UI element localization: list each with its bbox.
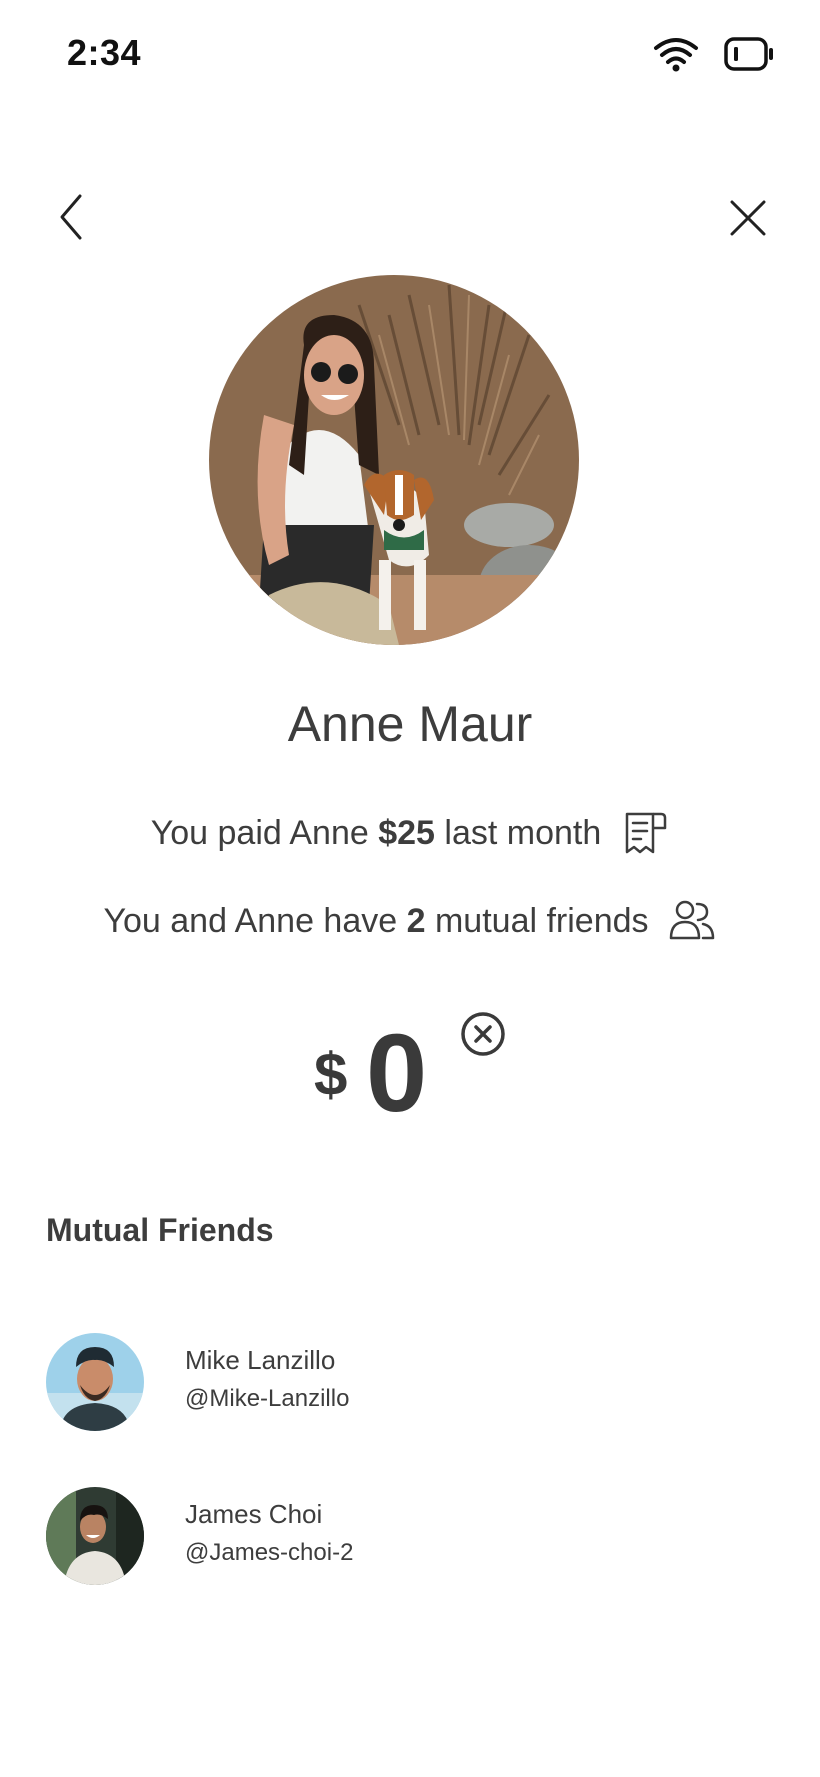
profile-photo <box>209 275 579 645</box>
mutual-suffix: mutual friends <box>425 901 649 940</box>
avatar <box>46 1487 144 1585</box>
amount-display[interactable]: $ 0 <box>0 1010 820 1140</box>
status-time: 2:34 <box>67 32 142 73</box>
mutual-friends-row[interactable]: You and Anne have 2 mutual friends <box>0 896 820 946</box>
friend-name: James Choi <box>185 1499 323 1529</box>
friend-name: Mike Lanzillo <box>185 1345 336 1375</box>
friend-item[interactable]: Mike Lanzillo @Mike-Lanzillo <box>46 1333 786 1433</box>
amount-value: 0 <box>366 1012 428 1135</box>
profile-name: Anne Maur <box>287 696 533 752</box>
paid-amount: $25 <box>378 813 435 852</box>
payment-history-row[interactable]: You paid Anne $25 last month <box>0 808 820 858</box>
back-button[interactable] <box>52 192 92 242</box>
status-bar: 2:34 <box>0 0 820 110</box>
clear-circle-icon[interactable] <box>459 1010 507 1058</box>
friend-handle: @James-choi-2 <box>185 1539 354 1566</box>
paid-suffix: last month <box>434 813 602 852</box>
receipt-icon <box>626 812 667 854</box>
wifi-icon <box>654 38 698 72</box>
friend-item[interactable]: James Choi @James-choi-2 <box>46 1487 786 1587</box>
amount-currency: $ <box>314 1041 348 1108</box>
friend-handle: @Mike-Lanzillo <box>185 1385 350 1412</box>
mutual-friends-title: Mutual Friends <box>46 1212 274 1248</box>
chevron-left-icon <box>60 194 82 240</box>
avatar <box>46 1333 144 1431</box>
users-icon <box>669 900 714 940</box>
close-icon <box>730 200 766 236</box>
profile-avatar <box>209 275 579 645</box>
mutual-count: 2 <box>406 901 426 940</box>
mutual-prefix: You and Anne have <box>103 901 407 940</box>
battery-icon <box>724 37 773 71</box>
close-button[interactable] <box>726 196 770 240</box>
paid-prefix: You paid Anne <box>150 813 379 852</box>
